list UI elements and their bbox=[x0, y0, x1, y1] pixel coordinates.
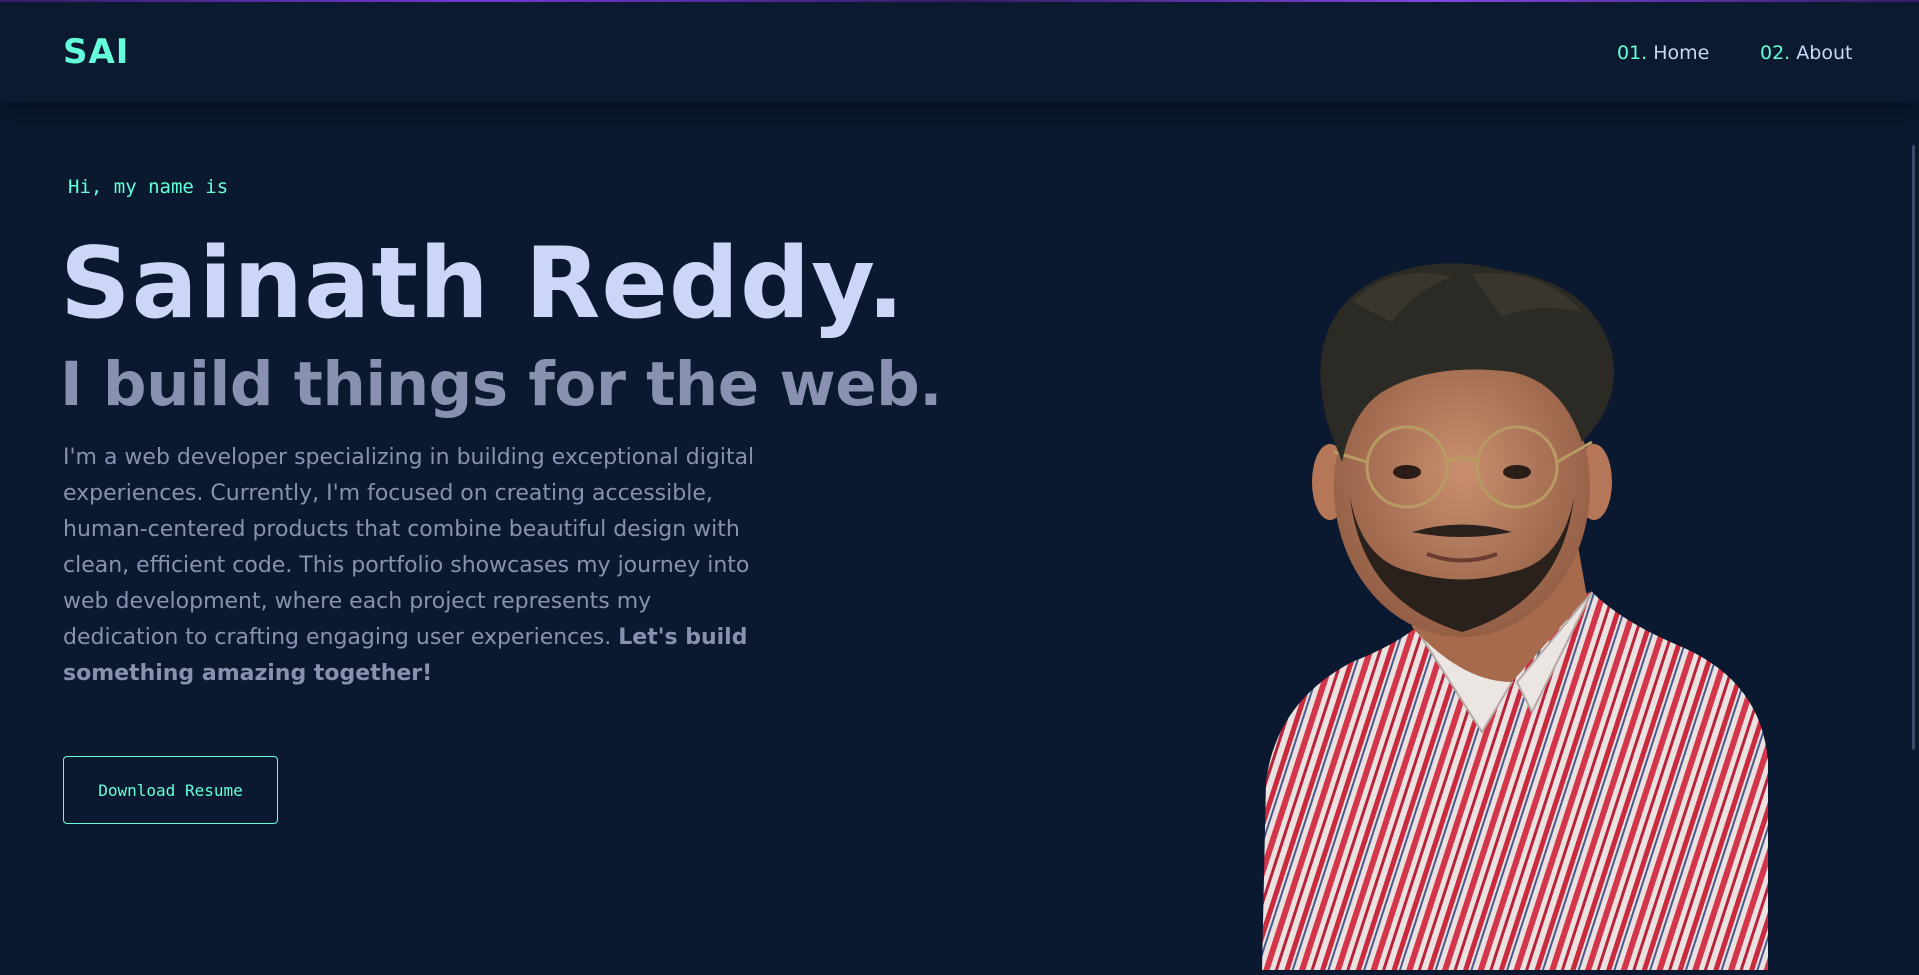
nav-link-home[interactable]: 01. Home bbox=[1617, 42, 1709, 64]
profile-photo bbox=[1262, 263, 1768, 970]
navbar: SAI 01. Home 02. About bbox=[0, 2, 1919, 102]
nav-about-label: About bbox=[1796, 42, 1853, 64]
nav-about-number: 02. bbox=[1760, 42, 1791, 64]
hero-name: Sainath Reddy. bbox=[60, 227, 906, 341]
nav-link-about[interactable]: 02. About bbox=[1760, 42, 1852, 64]
hero-tagline: I build things for the web. bbox=[60, 349, 942, 420]
nav-home-number: 01. bbox=[1617, 42, 1648, 64]
logo-link[interactable]: SAI bbox=[63, 32, 129, 72]
hero-bio: I'm a web developer specializing in buil… bbox=[63, 440, 763, 692]
nav-home-label: Home bbox=[1653, 42, 1710, 64]
scrollbar[interactable] bbox=[1912, 145, 1915, 750]
download-resume-button[interactable]: Download Resume bbox=[63, 756, 278, 824]
hero-bio-text: I'm a web developer specializing in buil… bbox=[63, 445, 755, 650]
hero-greeting: Hi, my name is bbox=[68, 176, 229, 198]
